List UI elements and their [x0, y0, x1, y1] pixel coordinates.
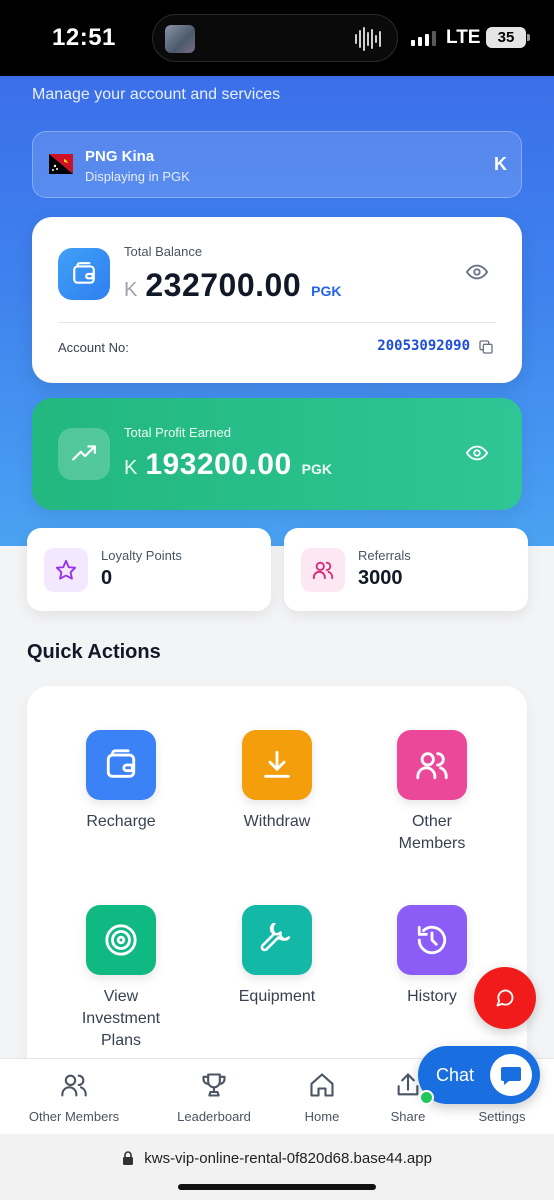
quick-actions-title: Quick Actions — [27, 641, 161, 663]
status-time: 12:51 — [52, 24, 116, 51]
lock-icon — [123, 1151, 134, 1165]
nav-label: Settings — [478, 1109, 526, 1124]
audio-waveform-icon — [355, 27, 383, 51]
balance-symbol: K — [124, 279, 138, 301]
nav-leaderboard[interactable]: Leaderboard — [168, 1071, 260, 1124]
nav-label: Other Members — [28, 1109, 120, 1124]
profit-card: Total Profit Earned K 193200.00 PGK — [32, 398, 522, 510]
eye-icon[interactable] — [466, 261, 488, 283]
download-icon — [242, 730, 312, 800]
balance-amount-row: K 232700.00 PGK — [124, 267, 341, 304]
url-text: kws-vip-online-rental-0f820d68.base44.ap… — [144, 1150, 432, 1167]
battery-icon: 35 — [486, 27, 530, 48]
dynamic-island — [152, 14, 398, 62]
message-circle-icon — [496, 989, 514, 1007]
currency-selector[interactable]: PNG Kina Displaying in PGK K — [32, 131, 522, 198]
url-row[interactable]: kws-vip-online-rental-0f820d68.base44.ap… — [0, 1150, 554, 1167]
currency-name: PNG Kina — [85, 148, 155, 165]
action-equipment[interactable]: Equipment — [207, 905, 347, 1008]
nav-label: Leaderboard — [177, 1109, 251, 1124]
nav-label: Share — [390, 1109, 426, 1124]
png-flag-icon — [49, 154, 73, 174]
chat-button[interactable]: Chat — [418, 1046, 540, 1104]
home-icon — [292, 1071, 352, 1099]
users-icon — [397, 730, 467, 800]
status-bar: 12:51 LTE 35 — [0, 0, 554, 76]
now-playing-artwork — [165, 25, 195, 53]
wallet-icon — [86, 730, 156, 800]
quick-actions-panel: Recharge Withdraw Other Members View Inv… — [27, 686, 527, 1086]
chat-bubble-icon — [490, 1054, 532, 1096]
action-other-members[interactable]: Other Members — [362, 730, 502, 855]
balance-currency: PGK — [311, 283, 342, 299]
home-indicator — [178, 1184, 376, 1190]
action-label: Other Members — [398, 813, 466, 852]
history-icon — [397, 905, 467, 975]
profit-amount-row: K 193200.00 PGK — [124, 448, 332, 482]
wallet-icon — [58, 248, 110, 300]
online-indicator — [419, 1090, 434, 1105]
loyalty-label: Loyalty Points — [101, 548, 182, 563]
account-number: 20053092090 — [377, 338, 470, 354]
referrals-label: Referrals — [358, 548, 411, 563]
nav-home[interactable]: Home — [292, 1071, 352, 1124]
copy-icon[interactable] — [478, 339, 494, 355]
chat-label: Chat — [436, 1065, 475, 1085]
account-label: Account No: — [58, 340, 129, 355]
profit-amount: 193200.00 — [145, 448, 292, 481]
balance-amount: 232700.00 — [145, 267, 302, 303]
signal-icon — [411, 31, 436, 46]
browser-url-bar[interactable]: kws-vip-online-rental-0f820d68.base44.ap… — [0, 1134, 554, 1200]
action-label: Withdraw — [243, 813, 311, 830]
loyalty-points-card[interactable]: Loyalty Points 0 — [27, 528, 271, 611]
referrals-card[interactable]: Referrals 3000 — [284, 528, 528, 611]
users-icon — [24, 1071, 124, 1099]
nav-label: Home — [304, 1109, 340, 1124]
action-label: Recharge — [86, 813, 156, 830]
profit-symbol: K — [124, 457, 138, 479]
users-icon — [301, 548, 345, 592]
star-icon — [44, 548, 88, 592]
balance-label: Total Balance — [124, 244, 203, 259]
support-fab[interactable] — [474, 967, 536, 1029]
loyalty-value: 0 — [101, 567, 113, 589]
wrench-icon — [242, 905, 312, 975]
currency-symbol: K — [494, 154, 507, 174]
referrals-value: 3000 — [358, 567, 403, 589]
action-label: View Investment Plans — [81, 988, 161, 1049]
eye-icon[interactable] — [466, 442, 488, 464]
currency-sub: Displaying in PGK — [85, 169, 190, 184]
balance-card: Total Balance K 232700.00 PGK Account No… — [32, 217, 522, 383]
action-recharge[interactable]: Recharge — [51, 730, 191, 833]
nav-other-members[interactable]: Other Members — [24, 1071, 124, 1124]
action-label: Equipment — [238, 988, 316, 1005]
action-withdraw[interactable]: Withdraw — [207, 730, 347, 833]
profit-currency: PGK — [301, 461, 332, 477]
action-view-investment-plans[interactable]: View Investment Plans — [51, 905, 191, 1052]
trophy-icon — [168, 1071, 260, 1099]
trending-up-icon — [58, 428, 110, 480]
header-subtitle: Manage your account and services — [32, 86, 281, 103]
network-type: LTE — [446, 27, 481, 48]
target-icon — [86, 905, 156, 975]
divider — [58, 322, 496, 323]
profit-label: Total Profit Earned — [124, 425, 231, 440]
